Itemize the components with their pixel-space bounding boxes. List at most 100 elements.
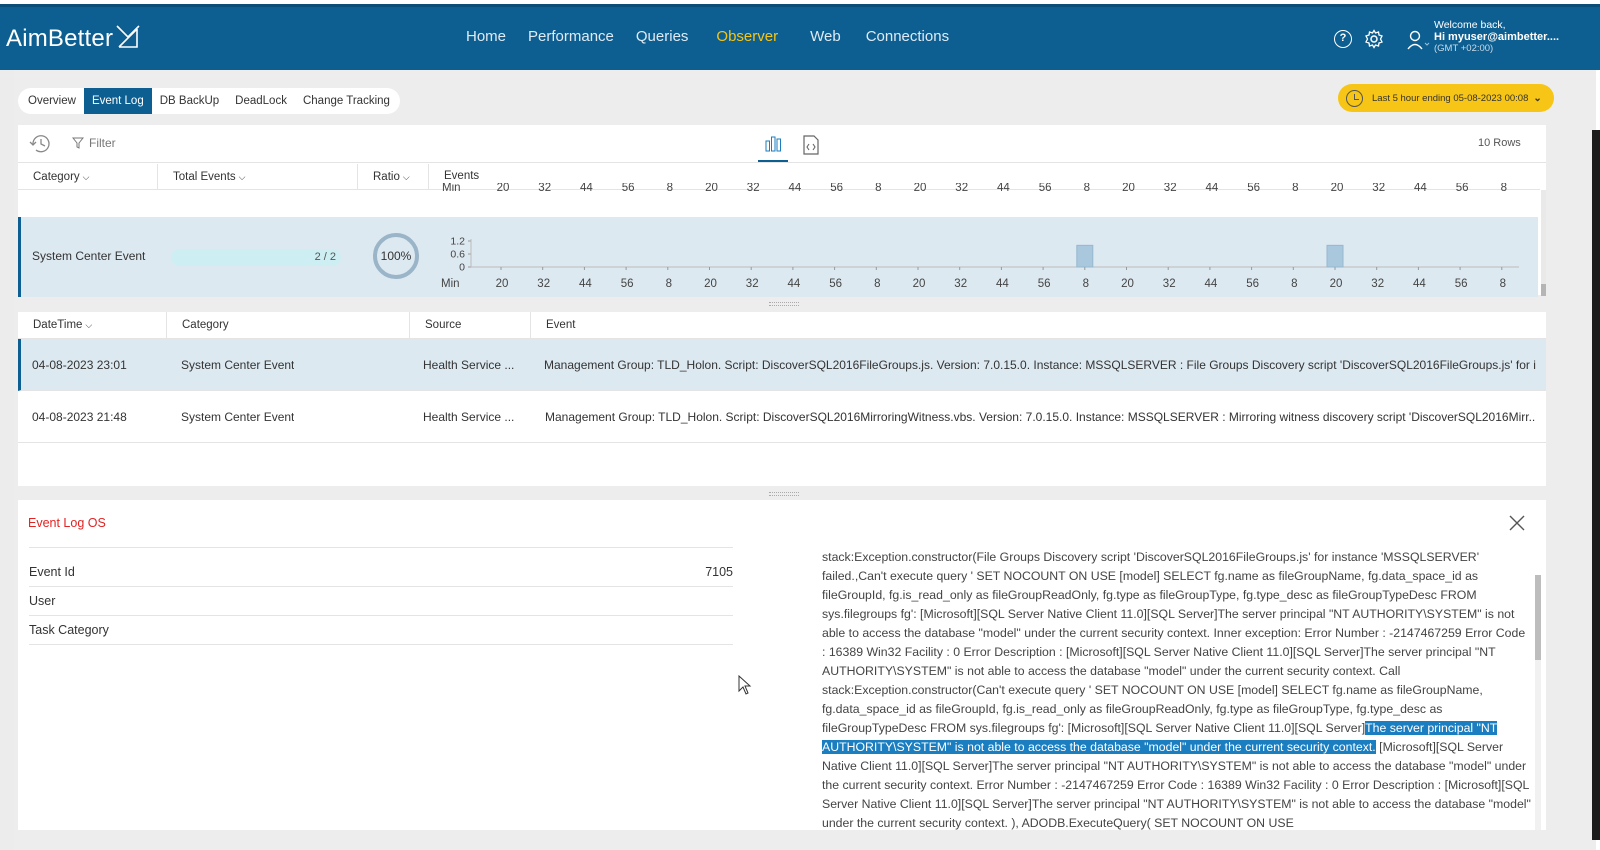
cell-datetime: 04-08-2023 23:01 <box>32 358 127 372</box>
x-tick-label: 56 <box>1038 278 1051 290</box>
top-header: AimBetter Home Performance Queries Obser… <box>0 4 1600 73</box>
cell-category: System Center Event <box>181 410 295 424</box>
chevron-down-icon: ⌵ <box>238 172 246 182</box>
resize-handle-top[interactable] <box>769 302 799 306</box>
welcome-label: Welcome back, <box>1434 19 1506 31</box>
nav-queries[interactable]: Queries <box>625 7 700 73</box>
x-tick-label: 32 <box>1163 278 1176 290</box>
x-tick-label: 8 <box>666 278 672 290</box>
col-category[interactable]: Category ⌵ <box>18 164 158 190</box>
x-tick-label-partial: 20 <box>914 183 927 194</box>
rows-count: 10 Rows <box>1478 137 1521 149</box>
x-tick-label: 32 <box>746 278 759 290</box>
chevron-down-icon: ⌵ <box>402 172 410 182</box>
x-tick-label-partial: 44 <box>1414 183 1427 194</box>
x-tick-label-partial: 56 <box>1456 183 1469 194</box>
x-tick-label-partial: 44 <box>1206 183 1219 194</box>
x-tick-label: 56 <box>1455 278 1468 290</box>
observer-subtabs: Overview Event Log DB BackUp DeadLock Ch… <box>18 88 400 114</box>
table-row[interactable]: 04-08-2023 21:48 System Center Event Hea… <box>18 391 1546 443</box>
logo-text: AimBetter <box>6 25 114 52</box>
event-message-text[interactable]: stack:Exception.constructor(File Groups … <box>822 548 1532 830</box>
time-range-selector[interactable]: Last 5 hour ending 05-08-2023 00:08 ⌄ <box>1338 84 1554 112</box>
history-icon[interactable] <box>28 133 54 155</box>
col-ratio-label: Ratio <box>373 171 400 183</box>
close-icon[interactable] <box>1508 514 1526 532</box>
help-icon[interactable]: ? <box>1334 30 1352 48</box>
col-total-events-label: Total Events <box>173 171 236 183</box>
x-tick-label: 44 <box>996 278 1009 290</box>
th-datetime-label: DateTime <box>33 319 83 331</box>
tab-db-backup[interactable]: DB BackUp <box>152 88 227 114</box>
previous-row-axis-partial: Min 20 32 44 56 8 20 32 44 56 8 20 32 44 56 8 20 32 44 56 8 2… <box>442 183 1507 194</box>
chevron-down-icon: ⌵ <box>85 320 93 330</box>
nav-web[interactable]: Web <box>795 7 856 73</box>
x-tick-label: 32 <box>537 278 550 290</box>
user-menu[interactable]: Welcome back, Hi myuser@aimbetter.... (G… <box>1406 19 1559 55</box>
ratio-gauge: 100% <box>373 233 419 279</box>
col-total-events[interactable]: Total Events ⌵ <box>158 164 358 190</box>
message-text-before: stack:Exception.constructor(File Groups … <box>822 550 1526 735</box>
nav-performance[interactable]: Performance <box>517 7 625 73</box>
table-row[interactable]: 04-08-2023 23:01 System Center Event Hea… <box>18 339 1546 391</box>
code-file-icon[interactable] <box>802 135 820 155</box>
tab-deadlock[interactable]: DeadLock <box>227 88 295 114</box>
window-edge <box>1592 130 1600 840</box>
th-category[interactable]: Category <box>167 312 410 339</box>
resize-handle-bottom[interactable] <box>769 492 799 496</box>
gear-icon[interactable] <box>1364 29 1384 49</box>
event-category-row[interactable]: System Center Event 2 / 2 100% 1.2 0.6 0 Mi… <box>18 217 1538 297</box>
th-event[interactable]: Event <box>531 312 1546 339</box>
chart-view-button[interactable] <box>758 134 788 162</box>
cell-event: Management Group: TLD_Holon. Script: Dis… <box>544 358 1536 372</box>
nav-observer[interactable]: Observer <box>699 7 795 73</box>
x-tick-label-partial: 32 <box>1372 183 1385 194</box>
col-events-label: Events <box>444 170 480 182</box>
welcome-text: Welcome back, Hi myuser@aimbetter.... (G… <box>1434 19 1559 55</box>
clock-icon <box>1346 89 1363 107</box>
x-tick-label-partial: 20 <box>497 183 510 194</box>
table-header: DateTime ⌵ Category Source Event <box>18 312 1546 339</box>
mouse-cursor-icon <box>738 675 752 695</box>
time-range-label: Last 5 hour ending 05-08-2023 00:08 <box>1372 92 1529 104</box>
events-toolbar: Filter 10 Rows <box>18 125 1546 163</box>
nav-connections[interactable]: Connections <box>856 7 959 73</box>
tab-overview[interactable]: Overview <box>20 88 84 114</box>
message-scrollbar[interactable] <box>1535 575 1541 830</box>
user-name: Hi myuser@aimbetter.... <box>1434 31 1560 43</box>
x-tick-label-partial: 32 <box>538 183 551 194</box>
detail-title: Event Log OS <box>28 516 106 530</box>
field-task-category-label: Task Category <box>29 623 109 637</box>
x-tick-label: 20 <box>913 278 926 290</box>
th-source[interactable]: Source <box>410 312 531 339</box>
events-scrollbar[interactable] <box>1541 190 1546 296</box>
total-events-bar: 2 / 2 <box>171 249 341 266</box>
tab-change-tracking[interactable]: Change Tracking <box>295 88 398 114</box>
tab-event-log[interactable]: Event Log <box>83 88 152 114</box>
events-scrollbar-thumb[interactable] <box>1541 284 1546 296</box>
field-event-id: Event Id 7105 <box>29 558 733 587</box>
x-tick-label: 8 <box>1291 278 1297 290</box>
cell-source: Health Service ... <box>423 358 515 372</box>
th-datetime[interactable]: DateTime ⌵ <box>18 312 167 339</box>
chevron-down-icon: ⌄ <box>1533 92 1542 104</box>
message-scrollbar-thumb[interactable] <box>1535 575 1541 660</box>
bar-chart-icon <box>765 136 781 152</box>
header-icons: ? <box>1334 29 1384 49</box>
field-user-label: User <box>29 594 56 608</box>
x-tick-label-partial: 20 <box>1122 183 1135 194</box>
timezone-label: (GMT +02:00) <box>1434 43 1494 54</box>
event-row-category: System Center Event <box>32 249 146 263</box>
chevron-down-icon: ⌵ <box>82 172 90 182</box>
x-tick-label: 56 <box>621 278 634 290</box>
main-nav: Home Performance Queries Observer Web Co… <box>455 7 959 73</box>
filter-button[interactable]: Filter <box>72 136 116 150</box>
nav-home[interactable]: Home <box>455 7 517 73</box>
aimbetter-logo[interactable]: AimBetter <box>6 25 141 53</box>
user-icon <box>1407 30 1430 50</box>
x-tick-label: 8 <box>1500 278 1506 290</box>
x-axis-label: Min <box>441 278 460 290</box>
x-tick-label-partial: 56 <box>830 183 843 194</box>
col-ratio[interactable]: Ratio ⌵ <box>358 164 429 190</box>
x-tick-label: 20 <box>1330 278 1343 290</box>
